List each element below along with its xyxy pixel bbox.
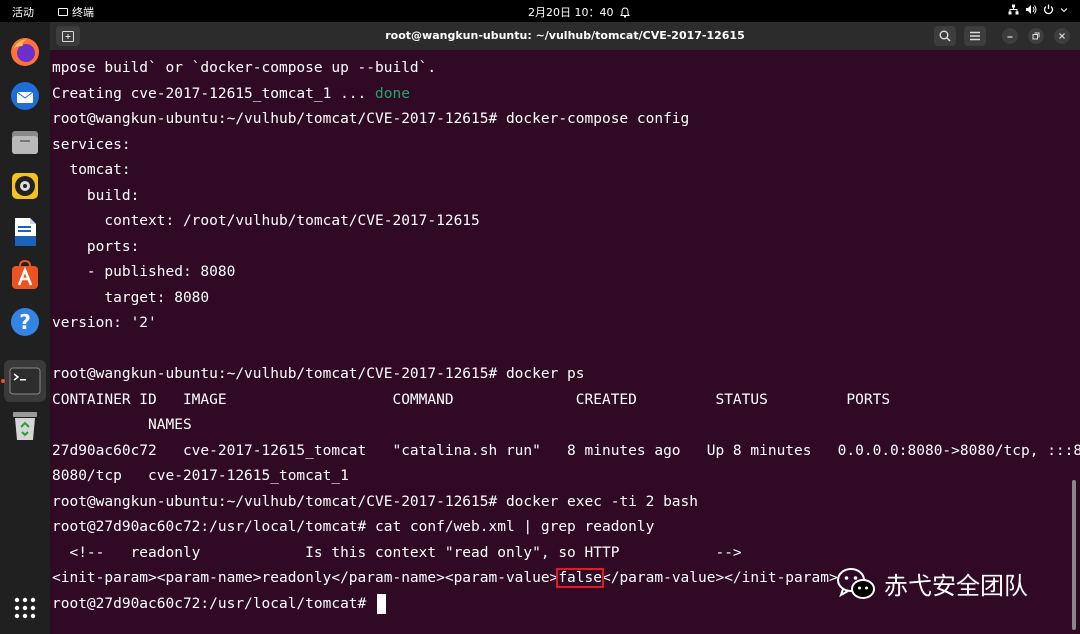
clock[interactable]: 2月20日 10：40	[528, 4, 630, 20]
software-icon[interactable]	[7, 258, 43, 294]
terminal-line: 8080/tcp cve-2017-12615_tomcat_1	[52, 468, 349, 484]
terminal-window: root@wangkun-ubuntu: ~/vulhub/tomcat/CVE…	[50, 22, 1080, 634]
creating-text: Creating cve-2017-12615_tomcat_1 ...	[52, 85, 376, 102]
restore-icon	[1032, 32, 1040, 40]
terminal-icon[interactable]	[4, 360, 46, 402]
close-icon	[1059, 33, 1065, 39]
done-status: done	[375, 85, 410, 102]
terminal-line: ports:	[52, 238, 140, 255]
top-bar: 活动 终端 2月20日 10：40	[0, 0, 1080, 22]
terminal-line: target: 8080	[52, 289, 210, 306]
terminal-line: build:	[52, 187, 140, 204]
titlebar: root@wangkun-ubuntu: ~/vulhub/tomcat/CVE…	[50, 22, 1080, 50]
terminal-line: root@wangkun-ubuntu:~/vulhub/tomcat/CVE-…	[52, 111, 690, 127]
active-indicator	[1, 379, 5, 383]
param-suffix: </param-value></init-param>	[601, 570, 838, 586]
terminal-line: tomcat:	[52, 162, 131, 178]
watermark-text: 赤弋安全团队	[884, 572, 1028, 600]
search-icon	[939, 30, 951, 42]
minimize-button[interactable]	[1002, 28, 1018, 44]
param-prefix: <init-param><param-name>readonly</param-…	[52, 570, 559, 586]
app-menu[interactable]: 终端	[58, 4, 94, 20]
scrollbar[interactable]	[1072, 480, 1076, 630]
terminal-line: <!-- readonly Is this context "read only…	[52, 544, 742, 561]
terminal-line: services:	[52, 136, 131, 153]
svg-text:?: ?	[19, 310, 31, 334]
firefox-icon[interactable]	[7, 34, 43, 70]
close-button[interactable]	[1054, 28, 1070, 44]
wechat-icon	[837, 567, 875, 599]
text-cursor	[377, 593, 387, 614]
datetime: 2月20日 10：40	[528, 6, 614, 19]
terminal-line: CONTAINER ID IMAGE COMMAND CREATED STATU…	[52, 391, 891, 408]
terminal-line: 27d90ac60c72 cve-2017-12615_tomcat "cata…	[52, 442, 1080, 459]
terminal-line: mpose build` or `docker-compose up --bui…	[52, 60, 437, 76]
dock: ?	[0, 22, 50, 634]
chevron-down-icon	[1060, 7, 1068, 12]
terminal-output[interactable]: mpose build` or `docker-compose up --bui…	[52, 56, 1080, 631]
activities-button[interactable]: 活动	[12, 4, 34, 20]
show-apps-icon[interactable]	[7, 590, 43, 626]
trash-icon[interactable]	[7, 408, 43, 444]
help-icon[interactable]: ?	[7, 304, 43, 340]
thunderbird-icon[interactable]	[7, 78, 43, 114]
watermark: 赤弋安全团队	[836, 566, 1028, 601]
terminal-line: root@wangkun-ubuntu:~/vulhub/tomcat/CVE-…	[52, 366, 585, 382]
minimize-icon	[1007, 36, 1013, 38]
terminal-line: - published: 8080	[52, 264, 236, 280]
volume-icon	[1026, 5, 1037, 14]
terminal-line: version: '2'	[52, 315, 157, 331]
files-icon[interactable]	[7, 124, 43, 160]
writer-icon[interactable]	[7, 214, 43, 250]
terminal-icon	[58, 8, 68, 16]
terminal-line: NAMES	[52, 417, 192, 433]
power-icon	[1043, 4, 1054, 15]
terminal-line-creating: Creating cve-2017-12615_tomcat_1 ... don…	[52, 82, 1074, 108]
terminal-line: context: /root/vulhub/tomcat/CVE-2017-12…	[52, 213, 480, 229]
window-title: root@wangkun-ubuntu: ~/vulhub/tomcat/CVE…	[385, 29, 745, 42]
rhythmbox-icon[interactable]	[7, 168, 43, 204]
alarm-icon	[619, 6, 630, 17]
terminal-line: root@wangkun-ubuntu:~/vulhub/tomcat/CVE-…	[52, 493, 699, 510]
menu-button[interactable]	[964, 26, 986, 46]
hamburger-menu-icon	[970, 31, 980, 41]
app-menu-label: 终端	[72, 6, 94, 19]
search-button[interactable]	[934, 26, 956, 46]
terminal-line: root@27d90ac60c72:/usr/local/tomcat# cat…	[52, 519, 655, 535]
prompt: root@27d90ac60c72:/usr/local/tomcat#	[52, 595, 376, 612]
network-icon	[1008, 4, 1019, 15]
maximize-button[interactable]	[1028, 28, 1044, 44]
highlighted-value: false	[556, 568, 604, 588]
system-tray[interactable]	[1008, 4, 1068, 15]
